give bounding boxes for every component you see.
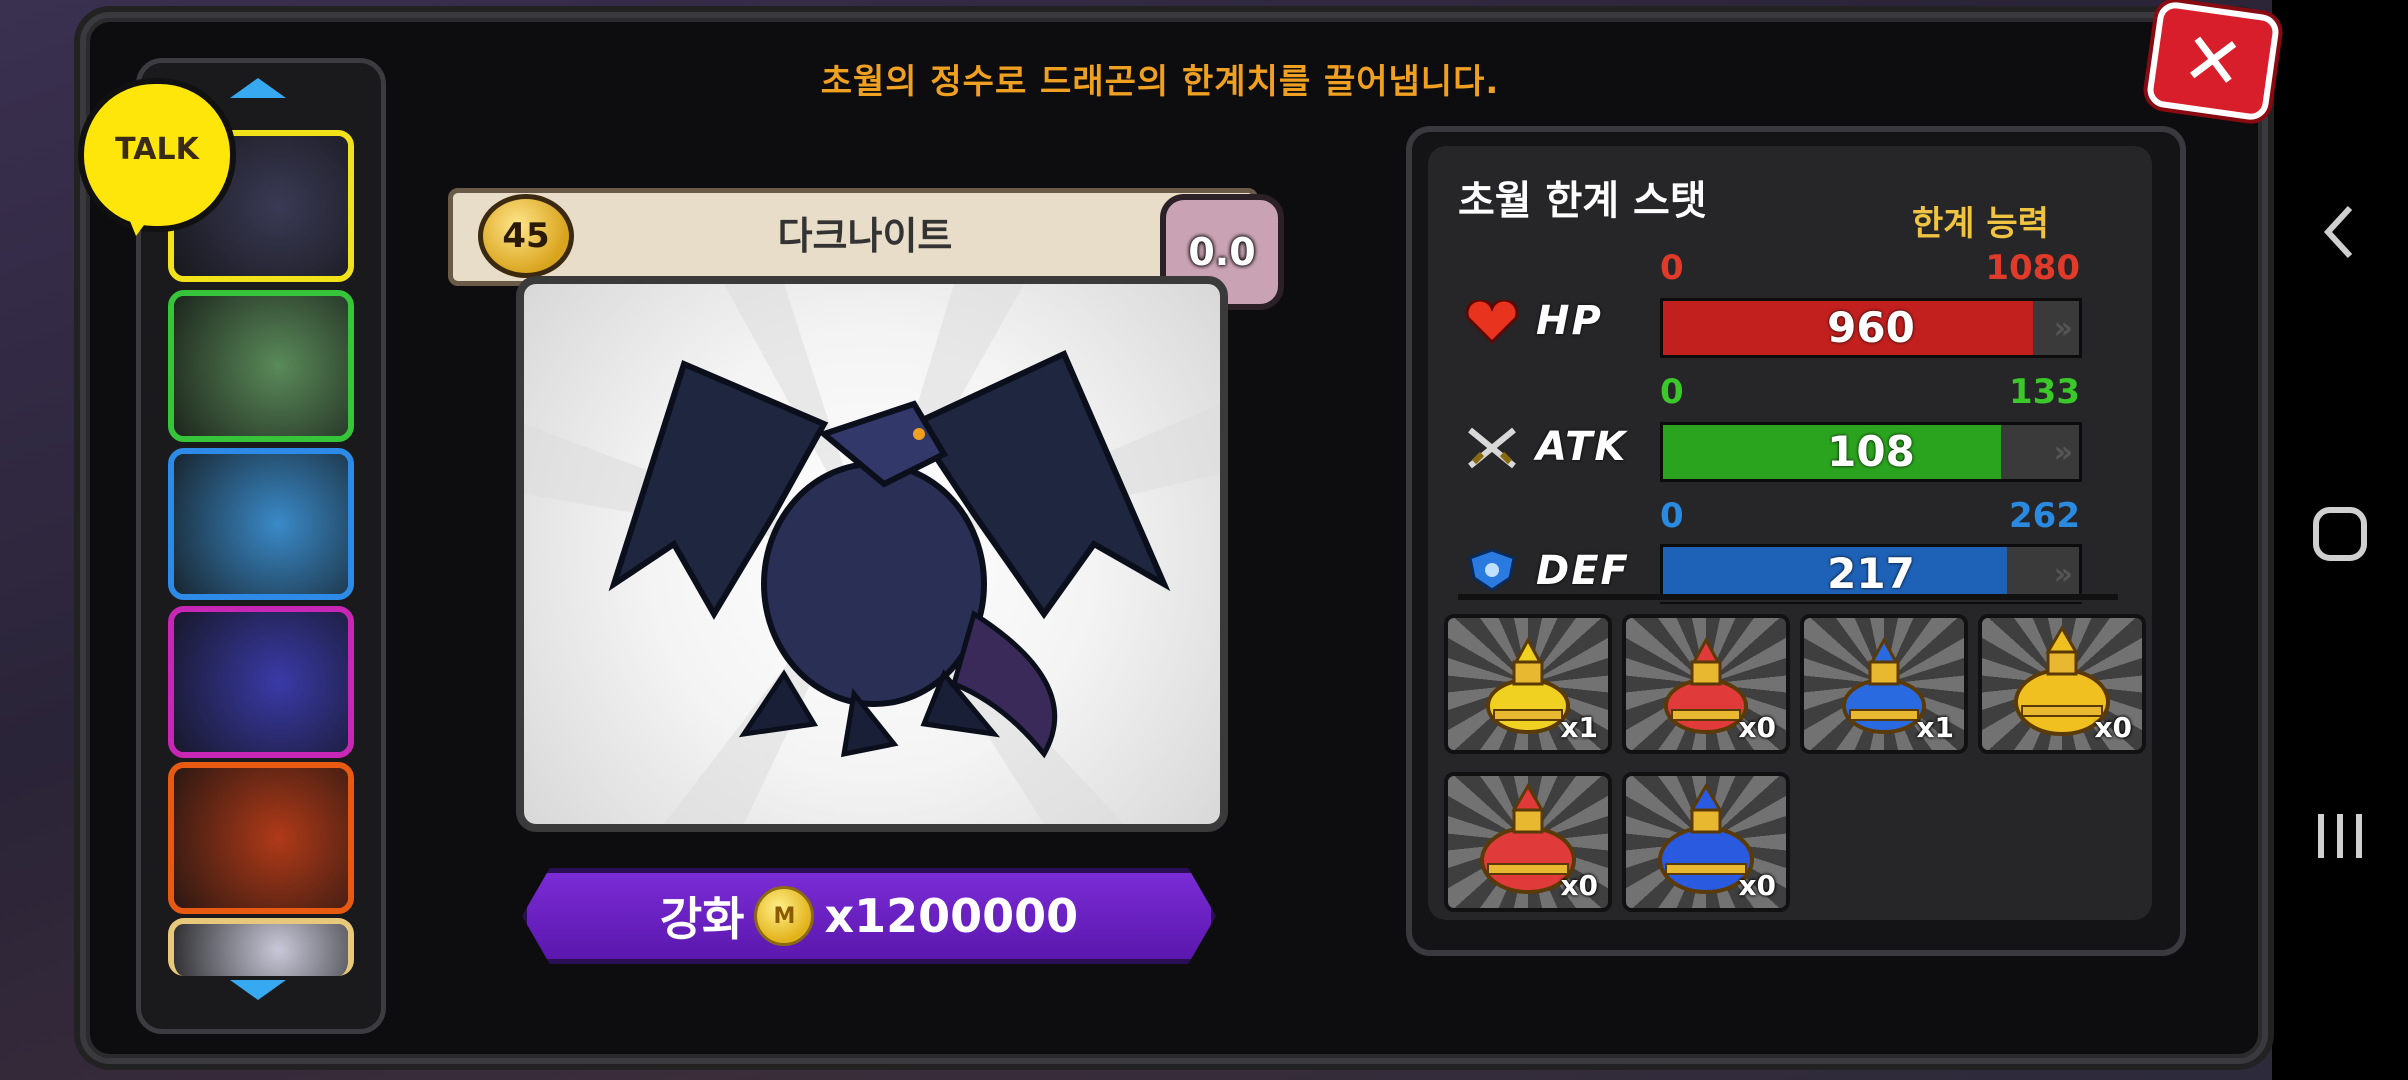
dragon-thumb-image bbox=[174, 924, 348, 976]
potion-count: x0 bbox=[2094, 711, 2132, 744]
atk-value: 108 bbox=[1827, 427, 1915, 476]
upgrade-label: 강화 bbox=[659, 892, 745, 946]
hp-max: 1080 bbox=[1985, 248, 2080, 288]
stat-divider bbox=[1458, 594, 2118, 600]
def-min: 0 bbox=[1660, 496, 1684, 536]
scroll-up-arrow-icon[interactable] bbox=[230, 78, 286, 98]
panel-headline: 초월의 정수로 드래곤의 한계치를 끌어냅니다. bbox=[820, 62, 1500, 102]
potion-slot-blue-large-potion[interactable]: x0 bbox=[1622, 772, 1790, 912]
potion-slot-yellow-small-potion[interactable]: x1 bbox=[1444, 614, 1612, 754]
talk-label: TALK bbox=[115, 132, 199, 167]
dragon-name: 다크나이트 bbox=[777, 214, 953, 258]
atk-max: 133 bbox=[2009, 372, 2080, 412]
potion-slot-red-large-potion[interactable]: x0 bbox=[1444, 772, 1612, 912]
close-icon: ✕ bbox=[2177, 15, 2249, 107]
def-label: DEF bbox=[1536, 548, 1630, 594]
dragon-thumb-image bbox=[174, 612, 348, 752]
talk-bubble-tail bbox=[124, 206, 158, 236]
hp-min: 0 bbox=[1660, 248, 1684, 288]
recent-apps-icon[interactable] bbox=[2300, 796, 2380, 876]
def-max: 262 bbox=[2009, 496, 2080, 536]
dragon-thumb-image bbox=[174, 768, 348, 908]
hp-value: 960 bbox=[1827, 303, 1915, 352]
dragon-thumb-white-dragon[interactable] bbox=[168, 918, 354, 976]
dragon-thumb-ice-dragon[interactable] bbox=[168, 448, 354, 600]
level-badge: 45 bbox=[478, 194, 574, 278]
gold-coin-icon: M bbox=[754, 886, 815, 946]
atk-bar: » 108 bbox=[1660, 422, 2082, 482]
scroll-down-arrow-icon[interactable] bbox=[230, 980, 286, 1000]
potion-count: x1 bbox=[1916, 711, 1954, 744]
dark-knight-dragon-image bbox=[524, 284, 1220, 824]
hp-bar: » 960 bbox=[1660, 298, 2082, 358]
def-value: 217 bbox=[1827, 549, 1915, 598]
potion-slot-blue-small-potion[interactable]: x1 bbox=[1800, 614, 1968, 754]
upgrade-button[interactable]: 강화 M x1200000 bbox=[522, 868, 1216, 964]
hp-label: HP bbox=[1536, 298, 1603, 344]
potion-count: x0 bbox=[1560, 869, 1598, 902]
potion-slot-red-small-potion[interactable]: x0 bbox=[1622, 614, 1790, 754]
potion-count: x1 bbox=[1560, 711, 1598, 744]
dragon-thumb-fire-dragon[interactable] bbox=[168, 762, 354, 914]
atk-min: 0 bbox=[1660, 372, 1684, 412]
limit-ability-label: 한계 능력 bbox=[1912, 204, 2049, 244]
atk-label: ATK bbox=[1536, 424, 1628, 470]
potion-count: x0 bbox=[1738, 711, 1776, 744]
dragon-portrait bbox=[516, 276, 1228, 832]
close-button[interactable]: ✕ bbox=[2145, 0, 2281, 122]
heart-icon bbox=[1464, 298, 1520, 345]
crossed-swords-icon bbox=[1464, 426, 1520, 470]
shield-icon bbox=[1464, 548, 1520, 592]
dragon-thumb-image bbox=[174, 454, 348, 594]
dragon-thumb-image bbox=[174, 296, 348, 436]
dragon-thumb-blue-red-dragon[interactable] bbox=[168, 606, 354, 758]
potion-count: x0 bbox=[1738, 869, 1776, 902]
back-icon[interactable] bbox=[2300, 192, 2380, 272]
dragon-thumb-pink-dragon[interactable] bbox=[168, 290, 354, 442]
potion-slot-yellow-large-potion[interactable]: x0 bbox=[1978, 614, 2146, 754]
kakao-talk-badge[interactable]: TALK bbox=[84, 84, 230, 236]
upgrade-cost: x1200000 bbox=[824, 889, 1079, 943]
stat-panel-title: 초월 한계 스탯 bbox=[1458, 178, 1707, 224]
home-icon[interactable] bbox=[2300, 494, 2380, 574]
